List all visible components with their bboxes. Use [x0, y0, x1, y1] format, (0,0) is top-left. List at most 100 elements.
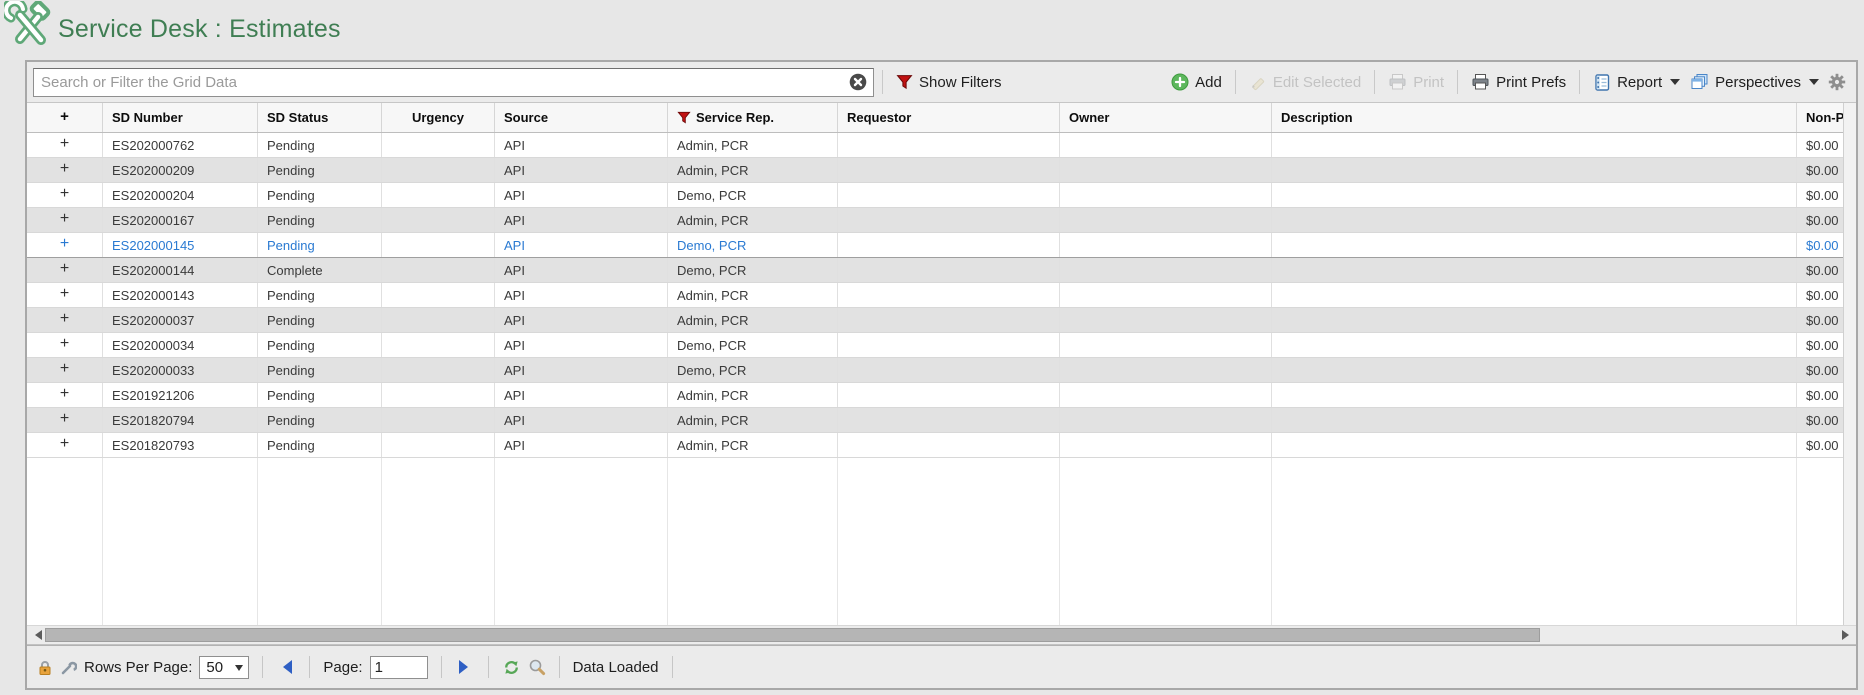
- clear-search-icon[interactable]: [849, 73, 867, 91]
- cell-urgency: [382, 158, 495, 182]
- print-prefs-button[interactable]: Print Prefs: [1466, 73, 1571, 91]
- prev-page-button[interactable]: [276, 657, 296, 677]
- cell-description: [1272, 333, 1797, 357]
- expand-icon[interactable]: +: [27, 358, 103, 382]
- footer-separator: [672, 656, 673, 678]
- page-input[interactable]: [370, 656, 428, 679]
- cell-urgency: [382, 358, 495, 382]
- expand-icon[interactable]: +: [27, 233, 103, 257]
- column-header-description[interactable]: Description: [1272, 103, 1797, 132]
- footer-separator: [262, 656, 263, 678]
- column-header-expand[interactable]: +: [27, 103, 103, 132]
- refresh-button[interactable]: [502, 658, 521, 677]
- cell-sd_status: Pending: [258, 433, 382, 457]
- grid-row[interactable]: +ES201820793PendingAPIAdmin, PCR$0.00: [27, 433, 1843, 458]
- grid-row[interactable]: +ES202000144CompleteAPIDemo, PCR$0.00: [27, 258, 1843, 283]
- horizontal-scrollbar-thumb[interactable]: [45, 628, 1540, 642]
- cell-sd_status: Pending: [258, 208, 382, 232]
- expand-icon[interactable]: +: [27, 433, 103, 457]
- cell-sd_status: Pending: [258, 308, 382, 332]
- cell-sd_status: Pending: [258, 358, 382, 382]
- column-header-requestor[interactable]: Requestor: [838, 103, 1060, 132]
- column-header-urgency[interactable]: Urgency: [382, 103, 495, 132]
- grid-row[interactable]: +ES202000209PendingAPIAdmin, PCR$0.00: [27, 158, 1843, 183]
- empty-column: [382, 458, 495, 625]
- cell-requestor: [838, 358, 1060, 382]
- scroll-left-button[interactable]: [28, 626, 43, 644]
- show-filters-button[interactable]: Show Filters: [891, 74, 1007, 91]
- column-header-owner[interactable]: Owner: [1060, 103, 1272, 132]
- rows-per-page-select[interactable]: 50: [199, 656, 249, 679]
- cell-requestor: [838, 333, 1060, 357]
- grid-row[interactable]: +ES201820794PendingAPIAdmin, PCR$0.00: [27, 408, 1843, 433]
- add-button[interactable]: Add: [1166, 73, 1227, 91]
- settings-button[interactable]: [1824, 73, 1850, 91]
- scroll-right-icon: [1842, 630, 1854, 640]
- expand-icon[interactable]: +: [27, 258, 103, 282]
- grid-row[interactable]: +ES202000167PendingAPIAdmin, PCR$0.00: [27, 208, 1843, 233]
- horizontal-scrollbar[interactable]: [27, 625, 1856, 645]
- expand-icon[interactable]: +: [27, 283, 103, 307]
- cell-sd_number: ES202000144: [103, 258, 258, 282]
- empty-column: [258, 458, 382, 625]
- perspectives-label: Perspectives: [1715, 74, 1801, 91]
- grid-row[interactable]: +ES202000034PendingAPIDemo, PCR$0.00: [27, 333, 1843, 358]
- cell-source: API: [495, 383, 668, 407]
- print-button[interactable]: Print: [1383, 73, 1449, 91]
- expand-icon[interactable]: +: [27, 158, 103, 182]
- cell-sd_number: ES202000033: [103, 358, 258, 382]
- column-header-source[interactable]: Source: [495, 103, 668, 132]
- expand-icon[interactable]: +: [27, 208, 103, 232]
- next-page-button[interactable]: [455, 657, 475, 677]
- cell-urgency: [382, 283, 495, 307]
- cell-requestor: [838, 233, 1060, 257]
- cell-non_project: $0.00: [1797, 358, 1843, 382]
- rows-per-page-label: Rows Per Page:: [84, 659, 192, 676]
- quick-search-button[interactable]: [528, 658, 546, 676]
- cell-sd_number: ES202000143: [103, 283, 258, 307]
- empty-column: [103, 458, 258, 625]
- cell-urgency: [382, 183, 495, 207]
- grid-row[interactable]: +ES202000762PendingAPIAdmin, PCR$0.00: [27, 133, 1843, 158]
- grid-row[interactable]: +ES202000143PendingAPIAdmin, PCR$0.00: [27, 283, 1843, 308]
- column-header-sd_status[interactable]: SD Status: [258, 103, 382, 132]
- grid-row[interactable]: +ES202000033PendingAPIDemo, PCR$0.00: [27, 358, 1843, 383]
- cell-non_project: $0.00: [1797, 433, 1843, 457]
- cell-source: API: [495, 183, 668, 207]
- perspectives-button[interactable]: Perspectives: [1685, 73, 1824, 91]
- toolbar-separator: [1579, 70, 1580, 94]
- edit-selected-button[interactable]: Edit Selected: [1244, 73, 1366, 91]
- expand-icon[interactable]: +: [27, 308, 103, 332]
- cell-urgency: [382, 383, 495, 407]
- cell-source: API: [495, 333, 668, 357]
- vertical-scrollbar[interactable]: [1843, 103, 1856, 625]
- cell-owner: [1060, 383, 1272, 407]
- cell-urgency: [382, 258, 495, 282]
- cell-non_project: $0.00: [1797, 208, 1843, 232]
- grid-row[interactable]: +ES202000204PendingAPIDemo, PCR$0.00: [27, 183, 1843, 208]
- grid-row[interactable]: +ES201921206PendingAPIAdmin, PCR$0.00: [27, 383, 1843, 408]
- expand-icon[interactable]: +: [27, 383, 103, 407]
- cell-source: API: [495, 233, 668, 257]
- lock-icon[interactable]: [37, 659, 53, 676]
- expand-icon[interactable]: +: [27, 183, 103, 207]
- column-header-non_project[interactable]: Non-P: [1797, 103, 1843, 132]
- scroll-right-button[interactable]: [1840, 626, 1855, 644]
- expand-icon[interactable]: +: [27, 333, 103, 357]
- cell-non_project: $0.00: [1797, 308, 1843, 332]
- wrench-icon[interactable]: [60, 659, 77, 676]
- cell-urgency: [382, 408, 495, 432]
- expand-icon[interactable]: +: [27, 408, 103, 432]
- grid-row[interactable]: +ES202000145PendingAPIDemo, PCR$0.00: [27, 233, 1843, 258]
- cell-description: [1272, 183, 1797, 207]
- search-input[interactable]: [33, 68, 874, 97]
- cell-description: [1272, 258, 1797, 282]
- footer-separator: [441, 656, 442, 678]
- cell-service_rep: Demo, PCR: [668, 333, 838, 357]
- column-header-sd_number[interactable]: SD Number: [103, 103, 258, 132]
- grid-row[interactable]: +ES202000037PendingAPIAdmin, PCR$0.00: [27, 308, 1843, 333]
- expand-icon[interactable]: +: [27, 133, 103, 157]
- column-header-service_rep[interactable]: Service Rep.: [668, 103, 838, 132]
- report-button[interactable]: Report: [1588, 73, 1685, 92]
- cell-requestor: [838, 283, 1060, 307]
